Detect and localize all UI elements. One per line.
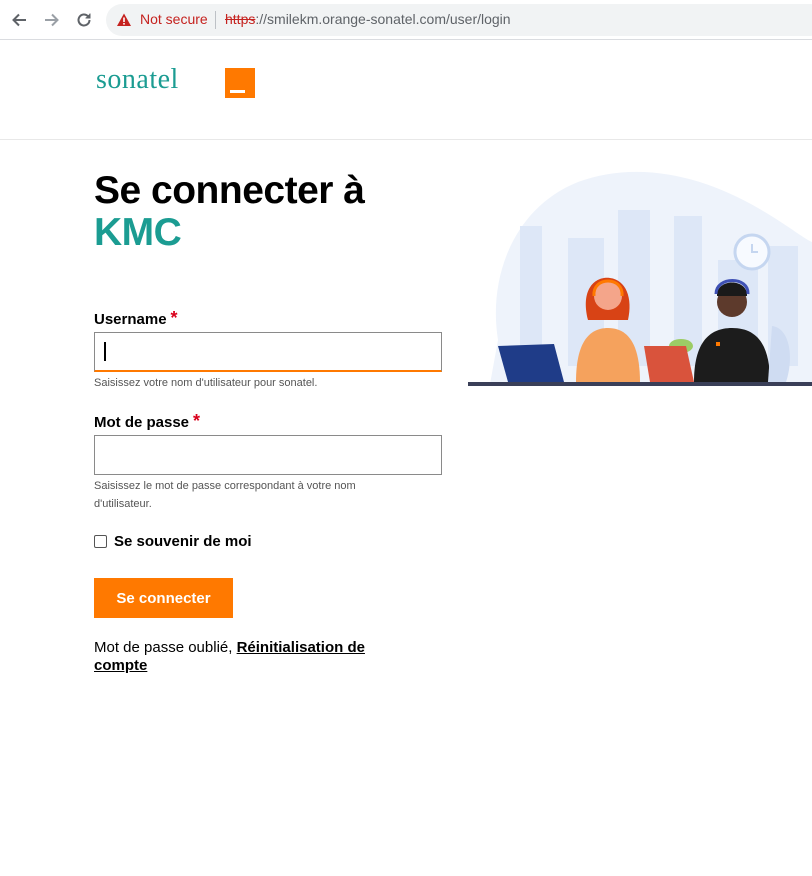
username-label-text: Username bbox=[94, 311, 167, 328]
url-path: ://smilekm.orange-sonatel.com/user/login bbox=[255, 11, 511, 27]
page-title-line2: KMC bbox=[94, 211, 182, 254]
page-title-line1: Se connecter à bbox=[94, 169, 365, 212]
back-arrow-icon[interactable] bbox=[8, 9, 30, 31]
divider bbox=[215, 11, 216, 29]
url-scheme: https bbox=[225, 11, 256, 27]
login-button[interactable]: Se connecter bbox=[94, 578, 233, 618]
sonatel-logo[interactable]: sonatel bbox=[96, 64, 179, 96]
username-help: Saisissez votre nom d'utilisateur pour s… bbox=[94, 377, 318, 389]
remember-me[interactable]: Se souvenir de moi bbox=[94, 533, 252, 550]
password-label-text: Mot de passe bbox=[94, 414, 190, 431]
forward-arrow-icon[interactable] bbox=[41, 9, 63, 31]
username-label: Username * bbox=[94, 308, 178, 329]
remember-checkbox[interactable] bbox=[94, 535, 107, 548]
security-status[interactable]: Not secure bbox=[140, 11, 208, 27]
orange-logo[interactable] bbox=[225, 68, 255, 98]
url-text[interactable]: https://smilekm.orange-sonatel.com/user/… bbox=[225, 11, 511, 27]
remember-label[interactable]: Se souvenir de moi bbox=[114, 533, 252, 550]
username-input[interactable] bbox=[94, 332, 442, 372]
forgot-password: Mot de passe oublié, Réinitialisation de… bbox=[94, 639, 414, 675]
forgot-prefix: Mot de passe oublié, bbox=[94, 639, 233, 656]
required-marker: * bbox=[193, 411, 201, 431]
page-title: Se connecter à KMC bbox=[94, 169, 365, 254]
password-label: Mot de passe * bbox=[94, 411, 200, 432]
password-input[interactable] bbox=[94, 435, 442, 475]
text-caret bbox=[104, 342, 106, 361]
browser-toolbar: Not secure https://smilekm.orange-sonate… bbox=[0, 0, 812, 40]
support-agents-illustration bbox=[468, 171, 812, 386]
warning-icon[interactable] bbox=[116, 12, 132, 28]
required-marker: * bbox=[170, 308, 178, 328]
site-header: sonatel bbox=[0, 40, 812, 140]
reload-icon[interactable] bbox=[73, 9, 95, 31]
password-help: Saisissez le mot de passe correspondant … bbox=[94, 480, 356, 510]
